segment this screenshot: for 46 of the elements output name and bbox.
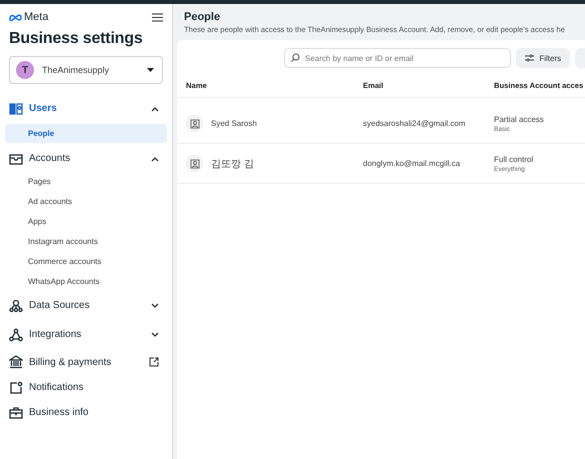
meta-logo-icon	[9, 14, 22, 20]
nav-section-item[interactable]: Billing & payments	[29, 356, 143, 368]
person-name: Syed Sarosh	[211, 119, 257, 128]
menu-icon[interactable]	[152, 12, 163, 22]
account-avatar: T	[16, 61, 34, 79]
external-link-icon[interactable]	[149, 357, 159, 367]
users-icon	[9, 102, 23, 116]
person-name: 김또깡 김	[211, 158, 254, 170]
access-level: Full control	[494, 154, 534, 164]
nav-item[interactable]: People	[5, 124, 167, 143]
nav-item[interactable]: Pages	[5, 171, 167, 191]
nav-section-item[interactable]: Users	[29, 103, 145, 114]
network-icon	[9, 298, 23, 312]
chevron-down-icon[interactable]	[151, 332, 159, 338]
filters-button[interactable]: Filters	[516, 48, 570, 68]
access-level: Partial access	[494, 114, 545, 124]
nav-item[interactable]: Instagram accounts	[5, 231, 167, 251]
page-title: People	[183, 11, 222, 23]
nav-item[interactable]: Ad accounts	[5, 191, 167, 211]
nav-item[interactable]: Commerce accounts	[5, 251, 167, 271]
person-email: syedsaroshali24@gmail.com	[363, 119, 466, 128]
chevron-up-icon[interactable]	[151, 156, 159, 162]
nav-section-item[interactable]: Integrations	[29, 329, 145, 340]
inbox-icon	[9, 152, 23, 166]
brand-name: Meta	[24, 11, 48, 23]
search-field[interactable]: Search by name or ID or email	[284, 48, 512, 68]
person-avatar	[186, 115, 203, 132]
briefcase-icon	[9, 406, 23, 420]
nav-section-item[interactable]: Data Sources	[29, 300, 145, 311]
account-selector[interactable]: T TheAnimesupply	[9, 56, 163, 84]
dropdown-caret-icon	[147, 68, 154, 72]
notification-icon	[9, 380, 23, 394]
nav-section-item[interactable]: Business info	[29, 407, 159, 418]
person-email: donglym.ko@mail.mcgill.ca	[363, 159, 462, 168]
person-avatar	[186, 155, 203, 172]
search-icon	[291, 53, 300, 62]
chevron-down-icon[interactable]	[151, 302, 159, 308]
sliders-icon	[525, 54, 534, 62]
nav-item[interactable]: WhatsApp Accounts	[5, 271, 167, 291]
bank-icon	[9, 355, 23, 369]
chevron-up-icon[interactable]	[151, 106, 159, 112]
nav-section-item[interactable]: Accounts	[29, 153, 145, 164]
nav-section-item[interactable]: Notifications	[29, 382, 159, 393]
nav-item[interactable]: Apps	[5, 211, 167, 231]
sidebar-title: Business settings	[8, 29, 144, 48]
nodes-icon	[9, 328, 23, 342]
